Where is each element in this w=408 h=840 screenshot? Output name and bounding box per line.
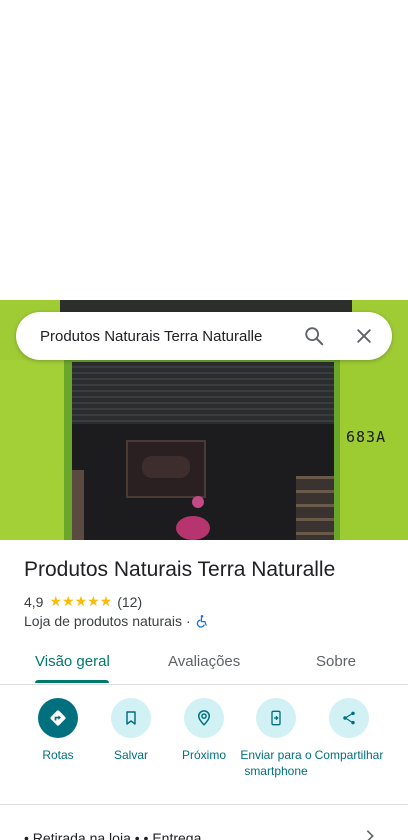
star-rating-icon: ★★★★★ xyxy=(49,593,113,609)
nearby-button[interactable]: Próximo xyxy=(164,698,244,763)
service-options-row[interactable]: • Retirada na loja • • Entrega xyxy=(24,830,201,840)
separator: · xyxy=(186,613,191,629)
search-input[interactable]: Produtos Naturais Terra Naturalle xyxy=(40,328,300,345)
bookmark-icon xyxy=(111,698,151,738)
action-label: Rotas xyxy=(42,748,74,762)
rating-value: 4,9 xyxy=(24,593,44,610)
search-icon[interactable] xyxy=(300,322,328,350)
wheelchair-accessible-icon xyxy=(195,614,209,628)
active-tab-indicator xyxy=(35,680,109,683)
action-label: Compartilhar xyxy=(314,748,384,762)
share-button[interactable]: Compartilhar xyxy=(309,698,389,763)
door-number: 683A xyxy=(346,428,387,446)
action-label: Enviar para o smartphone xyxy=(240,748,312,778)
chevron-right-icon[interactable] xyxy=(362,828,378,840)
rolling-shutter xyxy=(72,362,334,424)
share-icon xyxy=(329,698,369,738)
divider xyxy=(0,804,408,805)
search-bar[interactable]: Produtos Naturais Terra Naturalle xyxy=(16,312,392,360)
review-count: (12) xyxy=(117,593,143,610)
tab-bar: Visão geral Avaliações Sobre xyxy=(0,640,408,685)
tab-reviews[interactable]: Avaliações xyxy=(168,653,240,670)
tab-about[interactable]: Sobre xyxy=(316,653,356,670)
place-title: Produtos Naturais Terra Naturalle xyxy=(24,558,336,581)
category-row: Loja de produtos naturais · xyxy=(24,613,209,629)
send-to-phone-button[interactable]: Enviar para o smartphone xyxy=(236,698,316,779)
nearby-icon xyxy=(184,698,224,738)
action-label: Próximo xyxy=(181,748,226,762)
map-blank-area xyxy=(0,0,408,300)
directions-icon xyxy=(38,698,78,738)
save-button[interactable]: Salvar xyxy=(91,698,171,763)
rating-row[interactable]: 4,9 ★★★★★ (12) xyxy=(24,593,142,610)
directions-button[interactable]: Rotas xyxy=(18,698,98,763)
send-to-phone-icon xyxy=(256,698,296,738)
close-icon[interactable] xyxy=(350,322,378,350)
place-category: Loja de produtos naturais xyxy=(24,613,182,629)
action-label: Salvar xyxy=(113,748,148,762)
tab-overview[interactable]: Visão geral xyxy=(35,653,110,670)
